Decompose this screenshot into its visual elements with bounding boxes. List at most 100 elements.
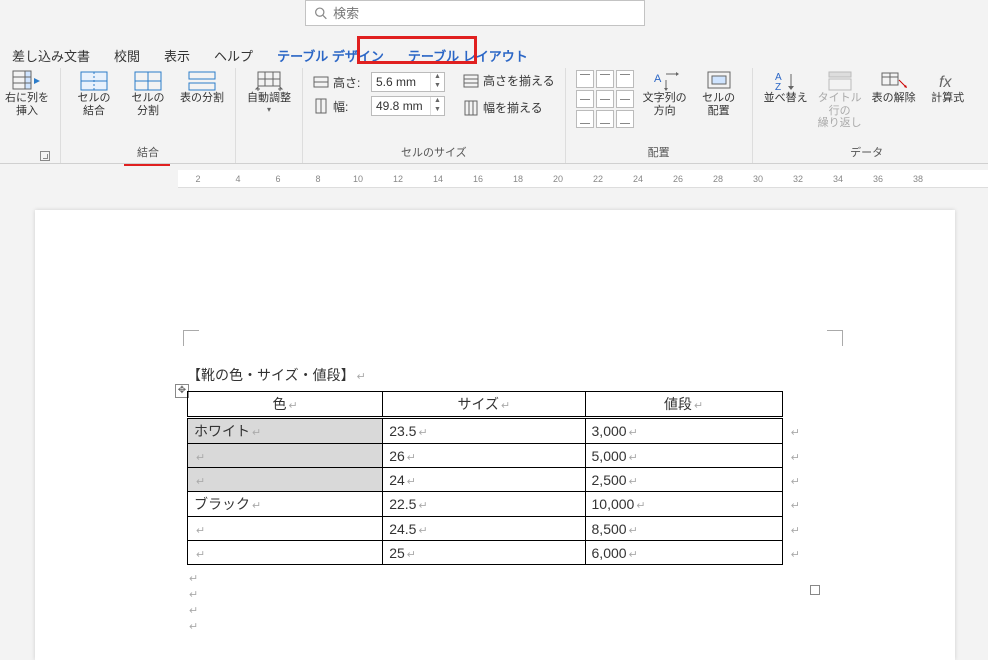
split-cells-label: セルの分割 (132, 92, 165, 117)
header-price: 値段 (664, 396, 692, 412)
formula-button[interactable]: fx 計算式 (925, 70, 971, 105)
table-cell[interactable]: ホワイト↵ (188, 418, 383, 444)
distribute-rows-button[interactable]: 高さを揃える (463, 72, 555, 89)
table-cell[interactable]: 22.5↵ (383, 492, 585, 517)
table-cell[interactable]: 3,000↵ (585, 418, 782, 444)
convert-to-text-button[interactable]: 表の解除 (871, 70, 917, 105)
table-cell[interactable]: 25↵ (383, 541, 585, 565)
table-row[interactable]: ホワイト↵23.5↵3,000↵↵ (188, 418, 807, 444)
align-bottom-right-button[interactable] (616, 110, 634, 128)
height-label: 高さ: (333, 74, 367, 91)
table-cell[interactable]: ↵ (188, 444, 383, 468)
paragraph-mark-icon: ↵ (189, 605, 198, 617)
autofit-button[interactable]: 自動調整 ▾ (246, 70, 292, 114)
svg-text:fx: fx (939, 74, 952, 91)
header-color: 色 (272, 396, 286, 412)
document-page[interactable]: ✥ 【靴の色・サイズ・値段】↵ 色↵ サイズ↵ 値段↵ ホワイト↵23.5↵3,… (35, 210, 955, 660)
table-row[interactable]: ↵24↵2,500↵↵ (188, 468, 807, 492)
header-size: サイズ (457, 396, 499, 412)
table-cell[interactable]: 8,500↵ (585, 517, 782, 541)
sort-icon: AZ (771, 70, 801, 92)
convert-to-text-icon (879, 70, 909, 92)
highlight-tab-layout (357, 36, 477, 64)
table-cell[interactable]: 24↵ (383, 468, 585, 492)
alignment-grid (576, 70, 634, 128)
table-row[interactable]: ↵26↵5,000↵↵ (188, 444, 807, 468)
paragraph-mark-icon: ↵ (189, 621, 198, 633)
align-middle-left-button[interactable] (576, 90, 594, 108)
align-middle-center-button[interactable] (596, 90, 614, 108)
table-row[interactable]: ↵24.5↵8,500↵↵ (188, 517, 807, 541)
width-label: 幅: (333, 98, 367, 115)
tab-mailings[interactable]: 差し込み文書 (0, 40, 102, 71)
table-cell[interactable]: ブラック↵ (188, 492, 383, 517)
margin-corner-icon (827, 330, 843, 346)
dialog-launcher-icon[interactable] (40, 151, 50, 161)
table-cell[interactable]: ↵ (188, 541, 383, 565)
merge-cells-button[interactable]: セルの結合 (71, 70, 117, 117)
distribute-cols-label: 幅を揃える (483, 99, 543, 116)
cell-margins-button[interactable]: セルの配置 (696, 70, 742, 117)
tab-review[interactable]: 校閲 (102, 40, 152, 71)
tab-help[interactable]: ヘルプ (202, 40, 265, 71)
autofit-label: 自動調整 (247, 92, 291, 105)
convert-label: 表の解除 (872, 92, 916, 105)
data-group-label: データ (763, 142, 971, 163)
svg-text:A: A (654, 73, 662, 85)
cell-margins-label: セルの配置 (702, 92, 735, 117)
table-resize-handle[interactable] (810, 585, 820, 595)
split-cells-button[interactable]: セルの分割 (125, 70, 171, 117)
distribute-cols-icon (463, 100, 479, 116)
align-top-right-button[interactable] (616, 70, 634, 88)
autofit-icon (254, 70, 284, 92)
table-row[interactable]: ↵25↵6,000↵↵ (188, 541, 807, 565)
distribute-cols-button[interactable]: 幅を揃える (463, 99, 555, 116)
align-top-center-button[interactable] (596, 70, 614, 88)
table-header-row[interactable]: 色↵ サイズ↵ 値段↵ (188, 392, 807, 418)
formula-icon: fx (933, 70, 963, 92)
formula-label: 計算式 (931, 92, 964, 105)
shoe-table[interactable]: 色↵ サイズ↵ 値段↵ ホワイト↵23.5↵3,000↵↵↵26↵5,000↵↵… (187, 391, 807, 565)
table-cell[interactable]: 5,000↵ (585, 444, 782, 468)
table-cell[interactable]: 24.5↵ (383, 517, 585, 541)
margin-corner-icon (183, 330, 199, 346)
merge-group-label: 結合 (71, 142, 225, 163)
sort-button[interactable]: AZ 並べ替え (763, 70, 809, 105)
col-width-icon (313, 98, 329, 114)
search-input[interactable] (333, 6, 636, 21)
row-height-input[interactable]: 5.6 mm▲▼ (371, 72, 445, 92)
paragraph-mark-icon: ↵ (357, 371, 366, 383)
table-cell[interactable]: 26↵ (383, 444, 585, 468)
table-cell[interactable]: ↵ (188, 468, 383, 492)
row-height-icon (313, 74, 329, 90)
insert-column-right-button[interactable]: 右に列を挿入 (4, 70, 50, 117)
ribbon: 右に列を挿入 セルの結合 セルの分割 表の分割 (0, 68, 988, 164)
text-direction-icon: A (650, 70, 680, 92)
cell-margins-icon (704, 70, 734, 92)
table-cell[interactable]: 6,000↵ (585, 541, 782, 565)
table-cell[interactable]: 2,500↵ (585, 468, 782, 492)
table-cell[interactable]: 23.5↵ (383, 418, 585, 444)
tab-view[interactable]: 表示 (152, 40, 202, 71)
align-bottom-left-button[interactable] (576, 110, 594, 128)
align-bottom-center-button[interactable] (596, 110, 614, 128)
search-box[interactable] (305, 0, 645, 26)
paragraph-mark-icon: ↵ (189, 573, 198, 585)
table-row[interactable]: ブラック↵22.5↵10,000↵↵ (188, 492, 807, 517)
split-table-icon (187, 70, 217, 92)
table-cell[interactable]: 10,000↵ (585, 492, 782, 517)
insert-column-right-label: 右に列を挿入 (5, 92, 49, 117)
insert-column-right-icon (12, 70, 42, 92)
horizontal-ruler[interactable]: 2468101214161820222426283032343638 (178, 170, 988, 188)
merge-cells-label: セルの結合 (78, 92, 111, 117)
distribute-rows-label: 高さを揃える (483, 72, 555, 89)
repeat-header-label: タイトル行の繰り返し (817, 92, 863, 130)
table-cell[interactable]: ↵ (188, 517, 383, 541)
repeat-header-button[interactable]: タイトル行の繰り返し (817, 70, 863, 130)
text-direction-button[interactable]: A 文字列の方向 (642, 70, 688, 117)
distribute-rows-icon (463, 73, 479, 89)
align-middle-right-button[interactable] (616, 90, 634, 108)
split-table-button[interactable]: 表の分割 (179, 70, 225, 105)
col-width-input[interactable]: 49.8 mm▲▼ (371, 96, 445, 116)
align-top-left-button[interactable] (576, 70, 594, 88)
